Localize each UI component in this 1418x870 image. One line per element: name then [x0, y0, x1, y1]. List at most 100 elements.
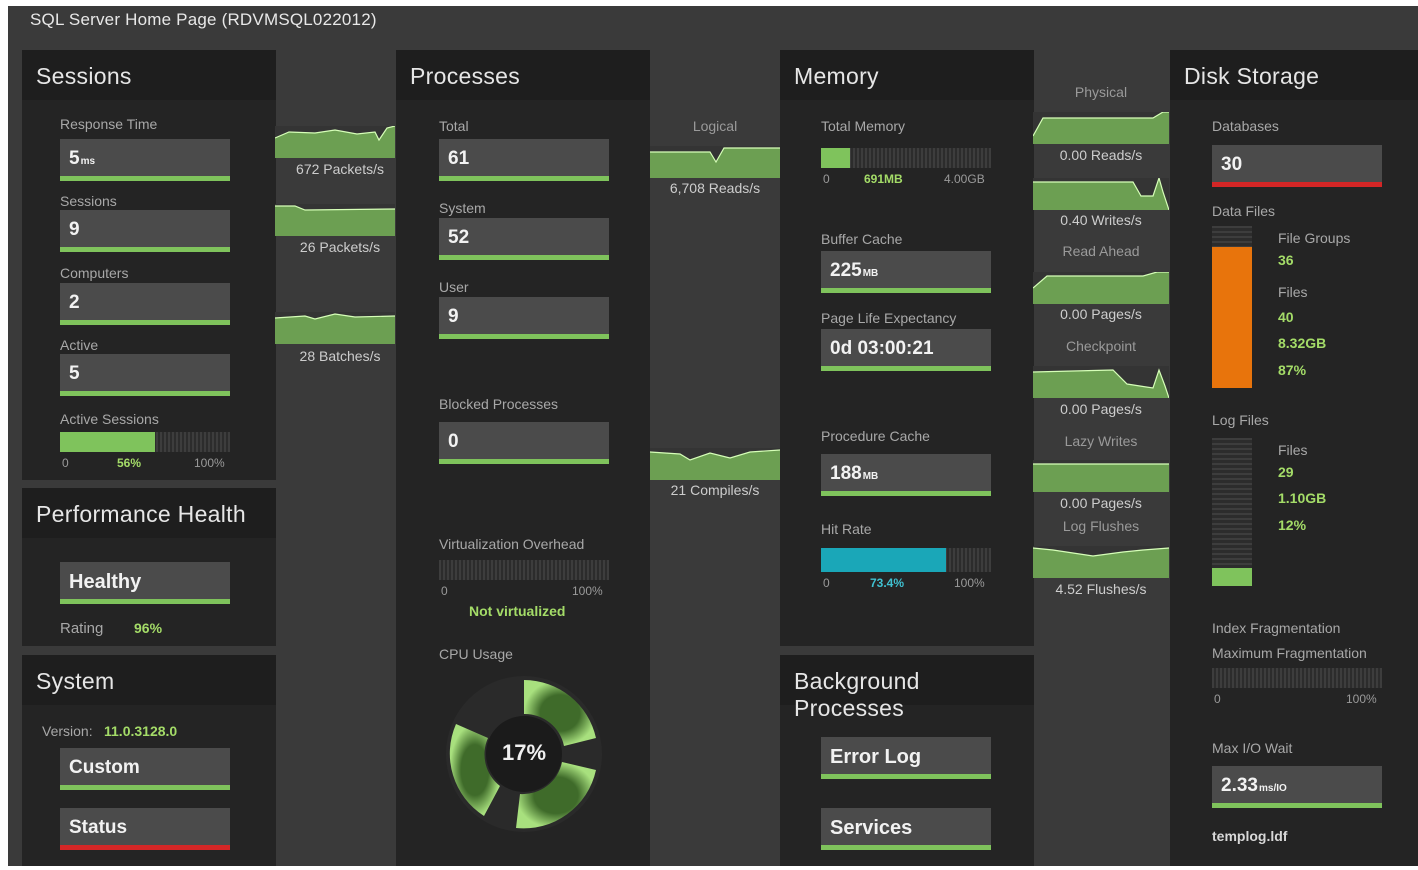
user-processes-label: User [439, 279, 469, 295]
active-sessions-bar [60, 432, 230, 452]
rating-label: Rating [60, 620, 104, 637]
lazy-writes-sparkline [1033, 460, 1169, 492]
max-fragmentation-label: Maximum Fragmentation [1212, 645, 1367, 661]
lazy-writes-label: Lazy Writes [1064, 433, 1138, 449]
batches-label: 28 Batches/s [299, 348, 381, 364]
active-sessions-max: 100% [194, 456, 225, 470]
active-sessions-min: 0 [62, 456, 69, 470]
version-value: 11.0.3128.0 [104, 723, 178, 739]
virtualization-min: 0 [441, 584, 448, 598]
virtualization-bar [439, 560, 609, 580]
data-files-fill [1212, 247, 1252, 388]
rating-value: 96% [134, 620, 163, 636]
dashboard-window: SQL Server Home Page (RDVMSQL022012) Ses… [8, 6, 1418, 866]
log-flushes-sparkline [1033, 546, 1169, 578]
fragmentation-bar [1212, 668, 1382, 688]
log-files-bar [1212, 438, 1252, 586]
data-size: 8.32GB [1278, 335, 1327, 351]
hit-rate-value: 73.4% [870, 576, 905, 590]
physical-reads-label: 0.00 Reads/s [1059, 147, 1143, 163]
response-time-value[interactable]: 5ms [60, 139, 230, 181]
sessions-panel: Sessions Response Time 5ms Sessions 9 Co… [22, 50, 276, 480]
sessions-count-value[interactable]: 9 [60, 210, 230, 252]
max-io-wait-label: Max I/O Wait [1212, 740, 1293, 756]
hit-rate-max: 100% [954, 576, 985, 590]
packets-in-label: 672 Packets/s [296, 161, 384, 177]
virtualization-max: 100% [572, 584, 603, 598]
physical-label: Physical [1074, 84, 1128, 100]
log-files-count-label: Files [1278, 442, 1308, 458]
services-button[interactable]: Services [821, 808, 991, 850]
lazy-writes-value: 0.00 Pages/s [1060, 495, 1142, 511]
fragmentation-min: 0 [1214, 692, 1221, 706]
log-files-label: Log Files [1212, 412, 1269, 428]
physical-writes-label: 0.40 Writes/s [1060, 212, 1142, 228]
packets-out-label: 26 Packets/s [299, 239, 381, 255]
log-flushes-label: Log Flushes [1062, 518, 1140, 534]
max-io-wait-file: templog.ldf [1212, 828, 1288, 844]
system-processes-label: System [439, 200, 486, 216]
performance-health-title: Performance Health [22, 488, 276, 538]
window-title: SQL Server Home Page (RDVMSQL022012) [30, 10, 377, 29]
log-flushes-value: 4.52 Flushes/s [1055, 581, 1147, 597]
hit-rate-label: Hit Rate [821, 521, 872, 537]
cpu-usage-label: CPU Usage [439, 646, 513, 662]
custom-button[interactable]: Custom [60, 748, 230, 790]
blocked-processes-value[interactable]: 0 [439, 422, 609, 464]
compiles-label: 21 Compiles/s [670, 482, 760, 498]
data-files-count-label: Files [1278, 284, 1308, 300]
processes-panel: Processes Total 61 System 52 User 9 Bloc… [396, 50, 650, 866]
buffer-cache-label: Buffer Cache [821, 231, 903, 247]
log-files-count: 29 [1278, 464, 1294, 480]
memory-panel: Memory Total Memory 0 691MB 4.00GB Buffe… [780, 50, 1034, 646]
user-processes-value[interactable]: 9 [439, 297, 609, 339]
computers-value[interactable]: 2 [60, 283, 230, 325]
hit-rate-bar [821, 548, 991, 572]
hit-rate-min: 0 [823, 576, 830, 590]
disk-storage-panel: Disk Storage Databases 30 Data Files Fil… [1170, 50, 1418, 866]
logical-reads-sparkline [650, 146, 780, 178]
total-memory-min: 0 [823, 172, 830, 186]
total-processes-label: Total [439, 118, 469, 134]
system-processes-value[interactable]: 52 [439, 218, 609, 260]
log-size: 1.10GB [1278, 490, 1327, 506]
virtualization-label: Virtualization Overhead [439, 536, 585, 552]
cpu-usage-value: 17% [501, 740, 547, 765]
active-sessions-pct: 56% [117, 456, 142, 470]
memory-title: Memory [780, 50, 1034, 100]
active-sessions-label: Active Sessions [60, 411, 159, 427]
active-value[interactable]: 5 [60, 354, 230, 396]
ple-label: Page Life Expectancy [821, 310, 957, 326]
log-pct: 12% [1278, 517, 1307, 533]
data-files-bar [1212, 226, 1252, 388]
version-label: Version: [42, 723, 93, 739]
log-files-fill [1212, 568, 1252, 586]
active-sessions-fill [60, 432, 156, 452]
packets-in-sparkline [275, 126, 395, 158]
system-panel: System Version: 11.0.3128.0 Custom Statu… [22, 655, 276, 866]
data-files-count: 40 [1278, 309, 1294, 325]
response-time-label: Response Time [60, 116, 158, 132]
total-processes-value[interactable]: 61 [439, 139, 609, 181]
total-memory-label: Total Memory [821, 118, 906, 134]
procedure-cache-value[interactable]: 188MB [821, 454, 991, 496]
background-processes-panel: Background Processes Error Log Services [780, 655, 1034, 866]
logical-label: Logical [692, 118, 738, 134]
buffer-cache-value[interactable]: 225MB [821, 251, 991, 293]
error-log-button[interactable]: Error Log [821, 737, 991, 779]
health-status[interactable]: Healthy [60, 562, 230, 604]
total-memory-bar [821, 148, 991, 168]
packets-out-sparkline [275, 204, 395, 236]
fragmentation-max: 100% [1346, 692, 1377, 706]
blocked-processes-label: Blocked Processes [439, 396, 559, 412]
total-memory-max: 4.00GB [944, 172, 985, 186]
ple-value[interactable]: 0d 03:00:21 [821, 329, 991, 371]
read-ahead-label: Read Ahead [1062, 243, 1140, 259]
virtualization-status: Not virtualized [469, 603, 566, 619]
sessions-count-label: Sessions [60, 193, 117, 209]
max-io-wait-value[interactable]: 2.33ms/IO [1212, 766, 1382, 808]
databases-value[interactable]: 30 [1212, 145, 1382, 187]
hit-rate-fill [821, 548, 946, 572]
batches-sparkline [275, 312, 395, 344]
status-button[interactable]: Status [60, 808, 230, 850]
